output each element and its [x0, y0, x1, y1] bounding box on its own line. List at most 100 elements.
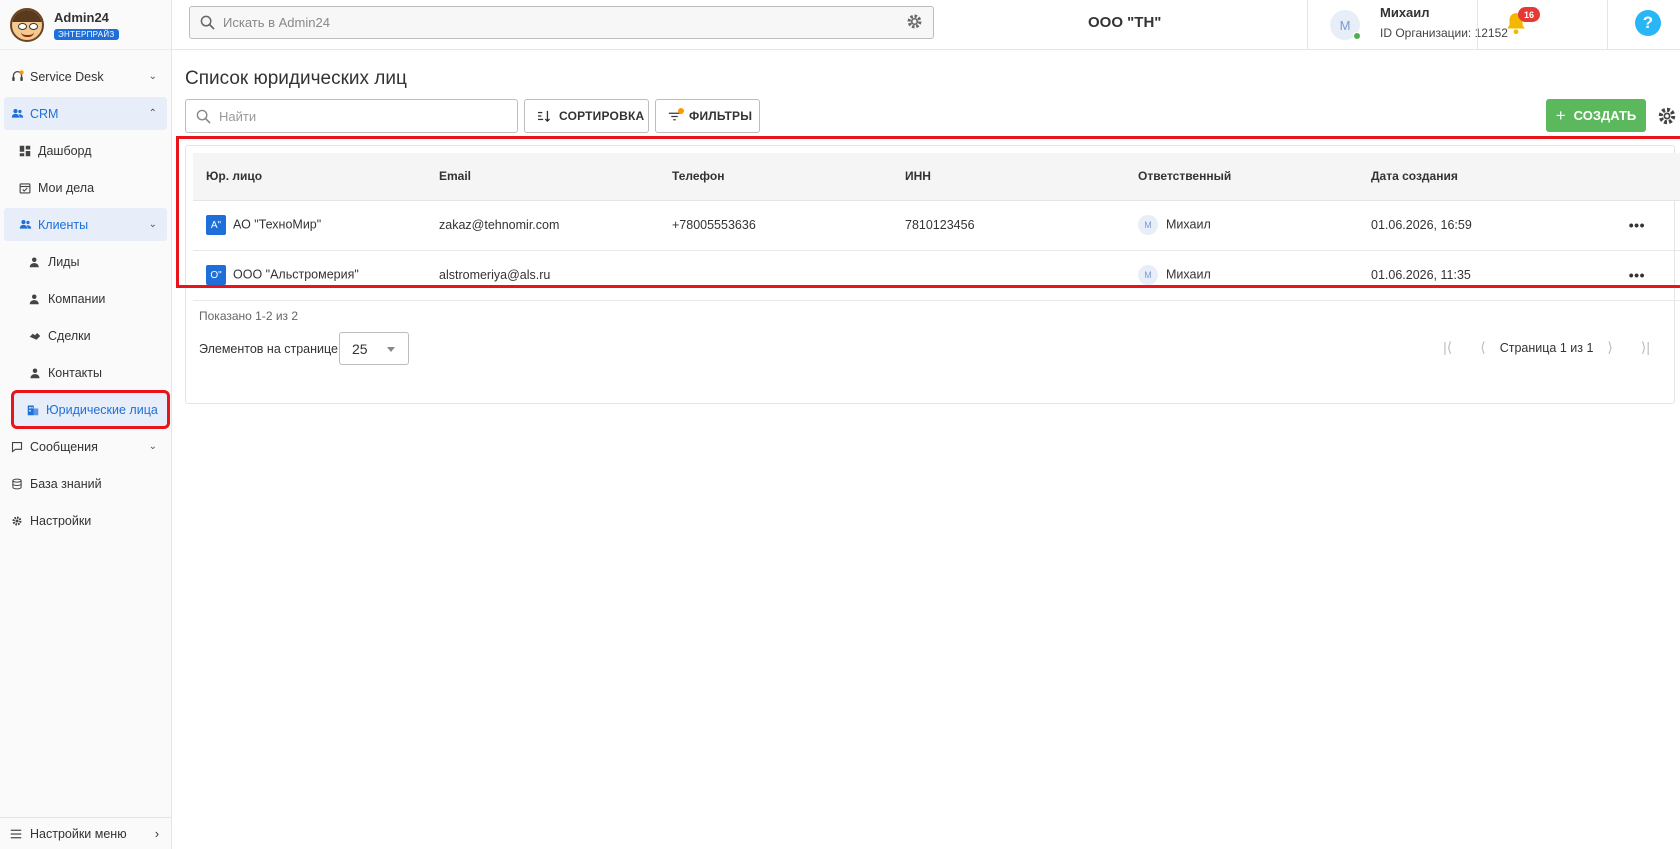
filters-button[interactable]: ФИЛЬТРЫ	[655, 99, 760, 133]
calendar-check-icon	[18, 181, 32, 195]
avatar: М	[1138, 265, 1158, 285]
global-search[interactable]	[189, 6, 934, 39]
sidebar-item-label: База знаний	[30, 476, 102, 491]
sidebar-item-label: Сделки	[48, 328, 91, 343]
search-icon	[196, 109, 211, 124]
more-actions-icon[interactable]: •••	[1629, 267, 1645, 283]
more-actions-icon[interactable]: •••	[1629, 217, 1645, 233]
table-row[interactable]: О" ООО "Альстромерия" alstromeriya@als.ru…	[193, 250, 1680, 301]
list-icon	[10, 828, 22, 840]
users-icon	[10, 107, 24, 121]
legal-entities-card: Юр. лицо Email Телефон ИНН Ответственный…	[176, 136, 1680, 404]
sidebar-item-settings[interactable]: Настройки	[4, 504, 167, 537]
cell-actions: •••	[1591, 250, 1680, 301]
notifications-button[interactable]: 16	[1477, 0, 1562, 50]
column-header-inn[interactable]: ИНН	[892, 153, 1125, 201]
first-page-icon[interactable]: |⟨	[1443, 339, 1452, 356]
sidebar-item-my-tasks[interactable]: Мои дела	[4, 171, 167, 204]
sidebar-item-dashboard[interactable]: Дашборд	[4, 134, 167, 167]
sidebar-item-leads[interactable]: Лиды	[4, 245, 167, 278]
sidebar-item-clients[interactable]: Клиенты ⌄	[4, 208, 167, 241]
table-header-row: Юр. лицо Email Телефон ИНН Ответственный…	[193, 153, 1680, 201]
user-profile[interactable]: М Михаил ID Организации: 12152	[1307, 0, 1637, 50]
sidebar-item-legal-entities[interactable]: Юридические лица	[11, 390, 170, 429]
column-header-phone[interactable]: Телефон	[659, 153, 892, 201]
sort-label: СОРТИРОВКА	[559, 109, 645, 123]
sidebar-item-label: CRM	[30, 106, 59, 121]
table-settings-gear-icon[interactable]	[1657, 106, 1677, 129]
per-page-select[interactable]: 25	[339, 332, 409, 365]
cell-phone: +78005553636	[659, 200, 892, 251]
gear-icon	[10, 514, 24, 528]
chevron-right-icon: ›	[154, 826, 159, 841]
avatar: М	[1330, 10, 1361, 40]
cell-email: zakaz@tehnomir.com	[426, 200, 659, 251]
prev-page-icon[interactable]: ⟨	[1480, 339, 1485, 356]
filter-icon	[668, 107, 684, 122]
cell-responsible: М Михаил	[1125, 250, 1358, 301]
per-page-value: 25	[352, 340, 368, 357]
find-input[interactable]	[219, 108, 509, 124]
sidebar-item-label: Компании	[48, 291, 106, 306]
cell-inn: 7810123456	[892, 200, 1125, 251]
cell-inn	[892, 250, 1125, 301]
sidebar-item-label: Юридические лица	[46, 402, 158, 417]
user-name: Михаил	[1380, 5, 1430, 20]
sidebar-item-label: Настройки	[30, 513, 92, 528]
column-header-created[interactable]: Дата создания	[1358, 153, 1591, 201]
sidebar-item-contacts[interactable]: Контакты	[4, 356, 167, 389]
sidebar-item-knowledge-base[interactable]: База знаний	[4, 467, 167, 500]
sidebar-item-companies[interactable]: Компании	[4, 282, 167, 315]
page-title: Список юридических лиц	[185, 68, 407, 89]
table-row[interactable]: А" АО "ТехноМир" zakaz@tehnomir.com +7800…	[193, 200, 1680, 251]
person-icon	[28, 292, 42, 306]
person-icon	[28, 366, 42, 380]
cell-created: 01.06.2026, 11:35	[1358, 250, 1591, 301]
help-icon: ?	[1635, 10, 1661, 36]
cell-created: 01.06.2026, 16:59	[1358, 200, 1591, 251]
sidebar-item-crm[interactable]: CRM ⌃	[4, 97, 167, 130]
plus-icon: +	[1555, 105, 1566, 125]
filters-label: ФИЛЬТРЫ	[689, 109, 753, 123]
entity-name: АО "ТехноМир"	[233, 217, 322, 232]
menu-settings-label: Настройки меню	[30, 826, 127, 841]
legal-entities-table: Юр. лицо Email Телефон ИНН Ответственный…	[193, 153, 1680, 301]
help-button[interactable]: ?	[1607, 0, 1680, 50]
mascot-logo-icon	[10, 7, 44, 42]
per-page-label: Элементов на странице	[199, 342, 338, 356]
entity-icon: А"	[206, 215, 226, 235]
find-field[interactable]	[185, 99, 518, 133]
create-button[interactable]: + СОЗДАТЬ	[1546, 99, 1646, 132]
sort-button[interactable]: СОРТИРОВКА	[524, 99, 649, 133]
column-header-email[interactable]: Email	[426, 153, 659, 201]
active-filter-dot-icon	[678, 107, 684, 114]
sidebar-item-service-desk[interactable]: Service Desk ⌄	[4, 60, 167, 93]
cell-responsible: М Михаил	[1125, 200, 1358, 251]
global-search-input[interactable]	[223, 15, 883, 30]
responsible-name: Михаил	[1166, 217, 1211, 232]
toolbar: СОРТИРОВКА ФИЛЬТРЫ + СОЗДАТЬ	[185, 99, 1677, 133]
app-logo[interactable]: Admin24 ЭНТЕРПРАЙЗ	[0, 0, 171, 50]
cell-actions: •••	[1591, 200, 1680, 251]
cell-phone	[659, 250, 892, 301]
last-page-icon[interactable]: ⟩|	[1641, 339, 1650, 356]
sidebar-item-messages[interactable]: Сообщения ⌄	[4, 430, 167, 463]
cell-entity[interactable]: О" ООО "Альстромерия"	[193, 250, 426, 301]
organization-name[interactable]: ООО "ТН"	[1088, 14, 1161, 31]
cell-entity[interactable]: А" АО "ТехноМир"	[193, 200, 426, 251]
sidebar-item-deals[interactable]: Сделки	[4, 319, 167, 352]
menu-settings-button[interactable]: Настройки меню ›	[0, 817, 171, 849]
column-header-entity[interactable]: Юр. лицо	[193, 153, 426, 201]
app-name: Admin24	[54, 9, 109, 25]
sidebar-item-label: Service Desk	[30, 69, 104, 84]
column-header-actions	[1591, 153, 1680, 201]
chevron-down-icon: ⌄	[148, 441, 157, 452]
column-header-responsible[interactable]: Ответственный	[1125, 153, 1358, 201]
main-content: Список юридических лиц СОРТИРОВКА ФИЛЬТР…	[172, 50, 1680, 849]
entity-name: ООО "Альстромерия"	[233, 267, 359, 282]
search-settings-gear-icon[interactable]	[906, 13, 923, 33]
next-page-icon[interactable]: ⟩	[1607, 339, 1612, 356]
handshake-icon	[28, 329, 42, 343]
sidebar-item-label: Лиды	[48, 254, 80, 269]
database-icon	[10, 477, 24, 491]
